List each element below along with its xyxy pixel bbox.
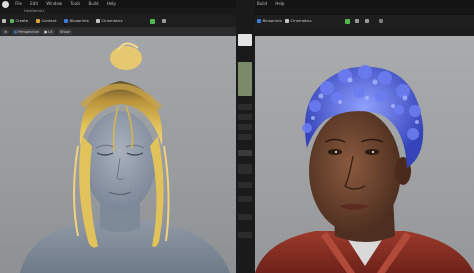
perspective-icon: ●: [14, 29, 18, 34]
menu-bar-right: Build Help: [255, 0, 474, 8]
menu-bar: File Edit Window Tools Build Help: [0, 0, 236, 8]
panel-row[interactable]: [238, 182, 252, 188]
blueprints-icon: [257, 19, 261, 23]
viewport-left[interactable]: [0, 36, 236, 273]
cinematics-icon: [285, 19, 289, 23]
left-editor-window: File Edit Window Tools Build Help HairDe…: [0, 0, 236, 273]
perspective-button[interactable]: ● Perspective: [12, 28, 42, 35]
options-icon: [379, 19, 383, 23]
cinematics-icon: [96, 19, 100, 23]
menu-tools[interactable]: Tools: [70, 1, 80, 6]
content-button[interactable]: Content: [36, 18, 57, 24]
play-icon: [150, 18, 155, 24]
pause-icon: [162, 19, 166, 23]
panel-row[interactable]: [238, 150, 252, 156]
cinematics-label: Cinematics: [101, 18, 123, 23]
lit-label: Lit: [48, 29, 53, 34]
menu-icon: ≡: [4, 29, 8, 34]
menu-window[interactable]: Window: [46, 1, 62, 6]
content-label: Content: [41, 18, 57, 23]
menu-build-right[interactable]: Build: [257, 1, 267, 6]
project-tab-bar: HairDemo1: [0, 8, 236, 15]
panel-row[interactable]: [238, 124, 252, 130]
curly-blue-hair-render: [255, 65, 474, 273]
cinematics-label-right: Cinematics: [290, 18, 312, 23]
settings-icon[interactable]: [238, 164, 252, 174]
viewport-menu-button[interactable]: ≡: [2, 28, 10, 35]
unreal-logo-icon: [238, 34, 252, 46]
blueprints-button[interactable]: Blueprints: [64, 18, 89, 24]
stop-button-right[interactable]: [365, 18, 371, 24]
main-toolbar-right: Blueprints Cinematics: [255, 15, 474, 27]
panel-row[interactable]: [238, 104, 252, 110]
menu-help[interactable]: Help: [107, 1, 116, 6]
cinematics-button-right[interactable]: Cinematics: [285, 18, 312, 24]
cinematics-button[interactable]: Cinematics: [96, 18, 123, 24]
content-icon: [36, 19, 40, 23]
menu-edit[interactable]: Edit: [30, 1, 38, 6]
panel-row[interactable]: [238, 114, 252, 120]
show-button[interactable]: Show: [58, 28, 72, 35]
panel-row[interactable]: [238, 232, 252, 238]
save-icon[interactable]: [2, 18, 8, 24]
perspective-label: Perspective: [18, 29, 40, 34]
right-editor-window: Build Help Blueprints Cinematics: [255, 0, 474, 273]
pause-icon: [355, 19, 359, 23]
lit-icon: ●: [44, 29, 48, 34]
pause-button[interactable]: [162, 18, 168, 24]
blueprints-button-right[interactable]: Blueprints: [257, 18, 282, 24]
stop-icon: [365, 19, 369, 23]
create-label: Create: [15, 18, 29, 23]
blueprints-icon: [64, 19, 68, 23]
unreal-logo-icon: [2, 0, 9, 8]
menu-file[interactable]: File: [15, 1, 22, 6]
play-button-right[interactable]: [345, 18, 352, 24]
create-icon: [10, 19, 14, 23]
main-toolbar: Create Content Blueprints Cinematics: [0, 15, 236, 27]
viewport-right[interactable]: [255, 36, 474, 273]
panel-row[interactable]: [238, 134, 252, 140]
blonde-hair-render: [20, 42, 230, 273]
blueprints-label-right: Blueprints: [262, 18, 282, 23]
viewport-toolbar: ≡ ● Perspective ● Lit Show: [0, 27, 236, 36]
menu-help-right[interactable]: Help: [275, 1, 284, 6]
play-button[interactable]: [150, 18, 157, 24]
play-icon: [345, 18, 350, 24]
details-panel-strip: [236, 0, 255, 273]
blueprints-label: Blueprints: [69, 18, 89, 23]
tab-bar-right: [255, 8, 474, 15]
panel-row[interactable]: [238, 214, 252, 220]
options-button-right[interactable]: [379, 18, 385, 24]
show-label: Show: [60, 29, 70, 34]
panel-row[interactable]: [238, 196, 252, 202]
create-button[interactable]: Create: [10, 18, 28, 24]
asset-thumbnail[interactable]: [238, 62, 252, 96]
panel-toolbar-column: [236, 0, 255, 273]
menu-build[interactable]: Build: [89, 1, 99, 6]
pause-button-right[interactable]: [355, 18, 361, 24]
lit-button[interactable]: ● Lit: [42, 28, 55, 35]
project-tab[interactable]: HairDemo1: [24, 9, 44, 13]
